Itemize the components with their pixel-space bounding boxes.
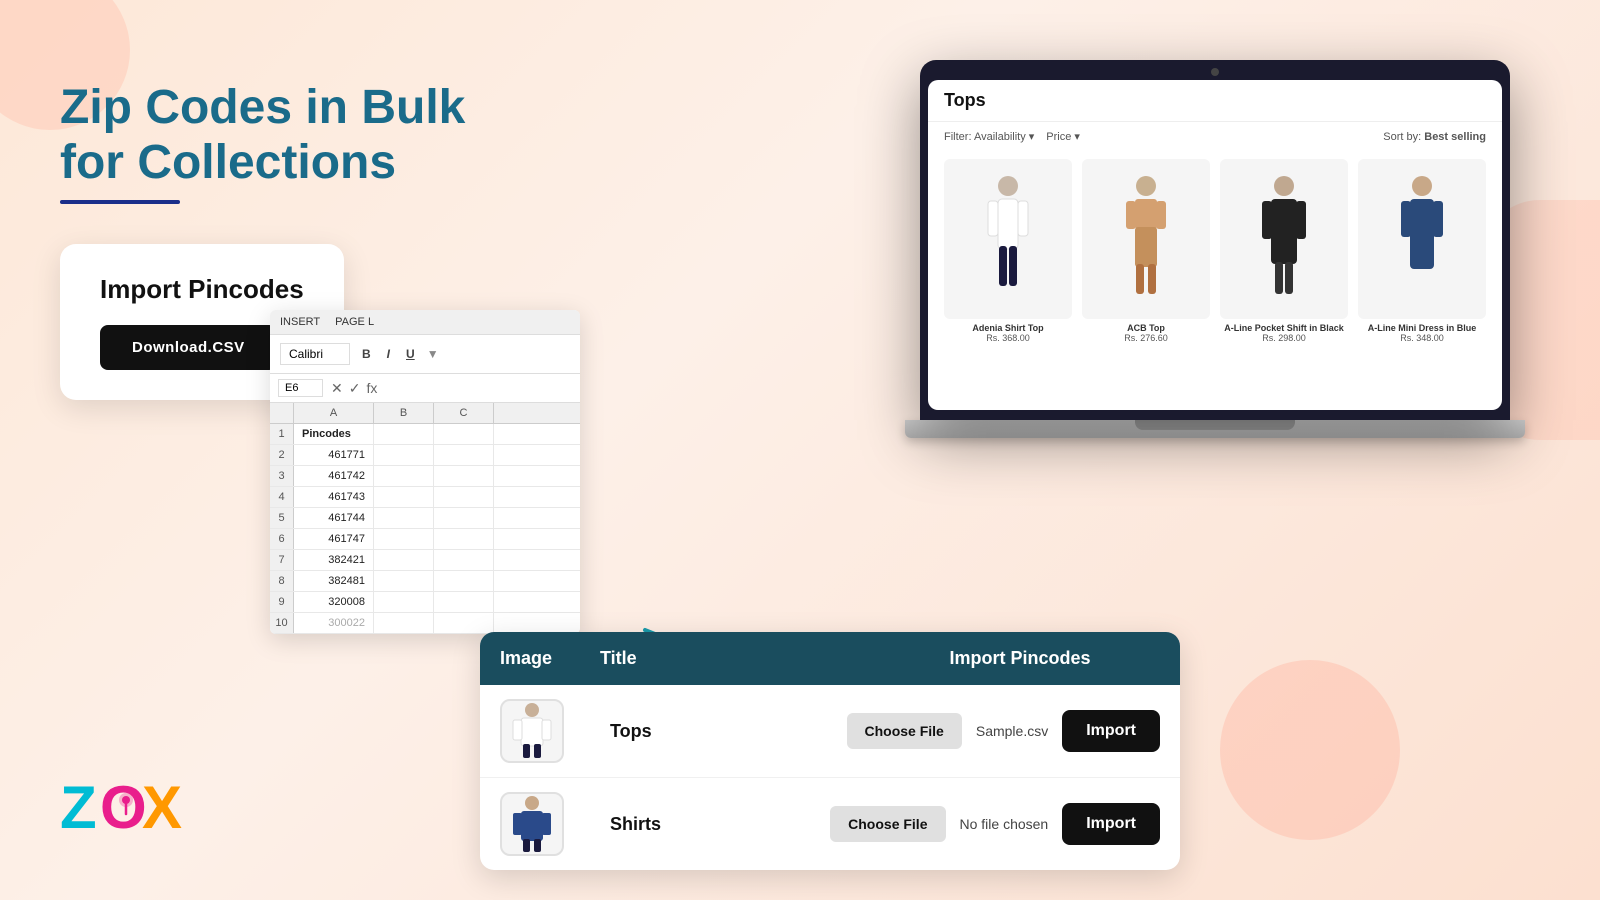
- col-b-header: B: [374, 403, 434, 423]
- laptop-base: [905, 420, 1525, 438]
- product-label-tops: Tops: [600, 721, 847, 742]
- table-row: 1 Pincodes: [270, 424, 580, 445]
- table-row: 3 461742: [270, 466, 580, 487]
- bold-button[interactable]: B: [358, 345, 375, 363]
- laptop-notch: [1135, 420, 1295, 430]
- product-figure-3-svg: [1259, 174, 1309, 304]
- import-table-section: Image Title Import Pincodes Tops Choose …: [480, 632, 1180, 870]
- svg-text:X: X: [142, 774, 182, 840]
- product-import-table: Image Title Import Pincodes Tops Choose …: [480, 632, 1180, 870]
- product-thumb-tops: [500, 699, 564, 763]
- zox-logo: Z O X: [60, 770, 190, 840]
- insert-function-icon[interactable]: fx: [366, 380, 377, 397]
- excel-ribbon: INSERT PAGE L: [270, 310, 580, 335]
- cancel-formula-icon[interactable]: ✕: [331, 380, 343, 397]
- product-image-3: [1220, 159, 1348, 319]
- product-card-2: ACB Top Rs. 276.60: [1082, 159, 1210, 343]
- file-status-shirts: No file chosen: [960, 816, 1049, 832]
- table-row-tops: Tops Choose File Sample.csv Import: [480, 685, 1180, 778]
- decorative-blob-bottom-right: [1220, 660, 1400, 840]
- import-controls-shirts: Choose File No file chosen Import: [830, 803, 1160, 845]
- svg-text:O: O: [100, 774, 147, 840]
- product-image-4: [1358, 159, 1486, 319]
- excel-column-headers: A B C: [270, 403, 580, 424]
- product-name-3: A-Line Pocket Shift in Black: [1220, 323, 1348, 333]
- table-row-shirts: Shirts Choose File No file chosen Import: [480, 778, 1180, 870]
- filter-availability: Filter: Availability ▾: [944, 130, 1034, 143]
- excel-tab-insert[interactable]: INSERT: [280, 316, 320, 328]
- product-image-2: [1082, 159, 1210, 319]
- products-grid: Adenia Shirt Top Rs. 368.00: [928, 151, 1502, 351]
- product-name-2: ACB Top: [1082, 323, 1210, 333]
- product-price-1: Rs. 368.00: [944, 333, 1072, 343]
- laptop-screen-content: Tops Filter: Availability ▾ Price ▾ Sort…: [928, 80, 1502, 410]
- underline-button[interactable]: U: [402, 345, 419, 363]
- import-button-shirts[interactable]: Import: [1062, 803, 1160, 845]
- product-card-4: A-Line Mini Dress in Blue Rs. 348.00: [1358, 159, 1486, 343]
- store-filters: Filter: Availability ▾ Price ▾ Sort by: …: [928, 122, 1502, 151]
- tops-figure-svg: [510, 702, 554, 760]
- table-row: 8 382481: [270, 571, 580, 592]
- col-header-import: Import Pincodes: [880, 648, 1160, 669]
- product-name-1: Adenia Shirt Top: [944, 323, 1072, 333]
- cell-reference[interactable]: E6: [278, 379, 323, 397]
- import-controls-tops: Choose File Sample.csv Import: [847, 710, 1161, 752]
- store-title: Tops: [944, 90, 1486, 111]
- confirm-formula-icon[interactable]: ✓: [349, 380, 361, 397]
- product-name-4: A-Line Mini Dress in Blue: [1358, 323, 1486, 333]
- italic-button[interactable]: I: [383, 345, 394, 363]
- formula-icons: ✕ ✓ fx: [331, 380, 377, 397]
- import-button-tops[interactable]: Import: [1062, 710, 1160, 752]
- product-card-3: A-Line Pocket Shift in Black Rs. 298.00: [1220, 159, 1348, 343]
- excel-tab-page-layout[interactable]: PAGE L: [335, 316, 374, 328]
- laptop-mockup: Tops Filter: Availability ▾ Price ▾ Sort…: [890, 60, 1540, 480]
- product-label-shirts: Shirts: [600, 814, 830, 835]
- choose-file-button-shirts[interactable]: Choose File: [830, 806, 945, 842]
- file-status-tops: Sample.csv: [976, 723, 1048, 739]
- product-figure-4-svg: [1397, 174, 1447, 304]
- excel-toolbar: Calibri B I U ▼: [270, 335, 580, 374]
- laptop-camera: [1211, 68, 1219, 76]
- col-c-header: C: [434, 403, 494, 423]
- laptop-screen: Tops Filter: Availability ▾ Price ▾ Sort…: [920, 60, 1510, 420]
- excel-formula-bar: E6 ✕ ✓ fx: [270, 374, 580, 403]
- table-row: 4 461743: [270, 487, 580, 508]
- product-card-1: Adenia Shirt Top Rs. 368.00: [944, 159, 1072, 343]
- table-row: 6 461747: [270, 529, 580, 550]
- filter-price: Price ▾: [1046, 130, 1080, 143]
- excel-spreadsheet-mockup: INSERT PAGE L Calibri B I U ▼ E6 ✕ ✓ fx …: [270, 310, 580, 634]
- filter-group: Filter: Availability ▾ Price ▾: [944, 130, 1080, 143]
- col-header-title: Title: [600, 648, 880, 669]
- svg-text:Z: Z: [60, 774, 97, 840]
- toolbar-more: ▼: [427, 347, 439, 361]
- product-thumb-shirts: [500, 792, 564, 856]
- col-a-header: A: [294, 403, 374, 423]
- font-selector[interactable]: Calibri: [280, 343, 350, 365]
- product-figure-1-svg: [983, 174, 1033, 304]
- col-header-image: Image: [500, 648, 600, 669]
- table-row: 5 461744: [270, 508, 580, 529]
- page-title: Zip Codes in Bulk for Collections: [60, 80, 480, 190]
- zox-logo-svg: Z O X: [60, 770, 190, 840]
- import-card-title: Import Pincodes: [100, 274, 304, 305]
- product-image-1: [944, 159, 1072, 319]
- table-row: 7 382421: [270, 550, 580, 571]
- store-header: Tops: [928, 80, 1502, 122]
- download-csv-button[interactable]: Download.CSV: [100, 325, 277, 370]
- table-row: 2 461771: [270, 445, 580, 466]
- product-price-3: Rs. 298.00: [1220, 333, 1348, 343]
- product-price-2: Rs. 276.60: [1082, 333, 1210, 343]
- shirts-figure-svg: [510, 795, 554, 853]
- product-price-4: Rs. 348.00: [1358, 333, 1486, 343]
- row-number-header: [270, 403, 294, 423]
- product-figure-2-svg: [1121, 174, 1171, 304]
- table-header: Image Title Import Pincodes: [480, 632, 1180, 685]
- sort-group: Sort by: Best selling: [1383, 131, 1486, 143]
- title-underline: [60, 200, 180, 204]
- choose-file-button-tops[interactable]: Choose File: [847, 713, 962, 749]
